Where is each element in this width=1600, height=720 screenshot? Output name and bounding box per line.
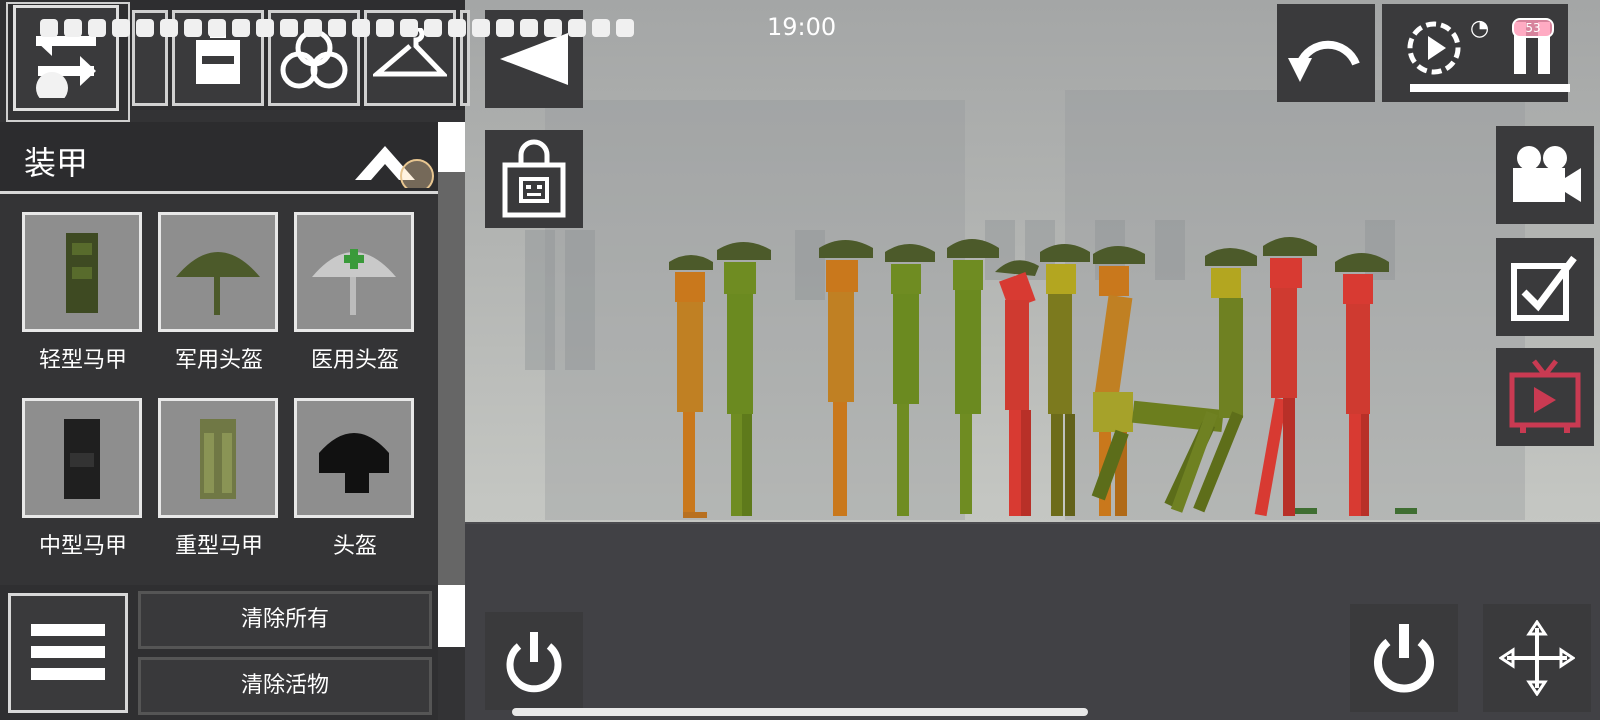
category-title: 装甲	[24, 144, 89, 182]
ragdoll-olive[interactable]	[1040, 244, 1090, 516]
menu-button[interactable]	[8, 593, 128, 713]
tab-partial[interactable]	[132, 10, 168, 106]
power-right-button[interactable]	[1350, 604, 1458, 712]
tab-biohazard[interactable]	[268, 10, 360, 106]
item-heavy-vest[interactable]: 重型马甲	[136, 384, 278, 562]
ragdoll-green[interactable]	[717, 242, 771, 516]
ragdoll-green[interactable]	[947, 239, 999, 514]
status-clock: 19:00	[767, 13, 837, 41]
ragdoll-red[interactable]	[1254, 237, 1317, 517]
item-light-vest[interactable]: 轻型马甲	[0, 198, 142, 376]
ragdoll-green[interactable]	[885, 244, 935, 516]
scroll-cap-bottom	[438, 585, 465, 647]
lock-button[interactable]	[485, 130, 583, 228]
select-toggle-button[interactable]	[1496, 238, 1594, 336]
ragdoll-red[interactable]	[1335, 253, 1389, 516]
item-medical-helmet[interactable]: 医用头盔	[272, 198, 414, 376]
grenade-icon	[196, 28, 240, 84]
battery-indicator: 53	[1512, 18, 1554, 38]
category-header: 装甲	[0, 122, 438, 194]
hamburger-icon	[31, 646, 105, 658]
power-left-button[interactable]	[485, 612, 583, 710]
power-icon	[506, 632, 562, 693]
video-camera-icon	[1513, 146, 1581, 202]
tv-button[interactable]	[1496, 348, 1594, 446]
move-button[interactable]	[1483, 604, 1591, 712]
helmet-icon	[294, 398, 414, 518]
ragdoll-red[interactable]	[995, 260, 1039, 516]
chevron-up-icon	[355, 146, 434, 193]
item-label: 头盔	[332, 534, 377, 559]
time-scale-bar	[1410, 84, 1570, 92]
tab-swap-icon[interactable]	[13, 5, 119, 111]
checkbox-icon	[1511, 255, 1577, 321]
scroll-cap-top	[438, 122, 465, 172]
slow-motion-icon[interactable]	[1404, 18, 1464, 78]
camera-button[interactable]	[1496, 126, 1594, 224]
hamburger-icon	[31, 624, 105, 636]
ragdoll-orange[interactable]	[669, 255, 713, 518]
clear-all-button[interactable]: 清除所有	[138, 591, 432, 649]
medium-vest-icon	[22, 398, 142, 518]
heavy-vest-icon	[158, 398, 278, 518]
bottom-controls: 清除所有 清除活物	[0, 585, 438, 720]
light-vest-icon	[22, 212, 142, 332]
toggle-panel-button[interactable]	[485, 10, 583, 108]
collapse-button[interactable]	[355, 132, 435, 193]
collapse-left-icon	[500, 33, 568, 85]
item-helmet[interactable]: 头盔	[272, 384, 414, 562]
tab-grenade[interactable]	[172, 10, 264, 106]
move-arrows-icon	[1499, 620, 1575, 696]
item-military-helmet[interactable]: 军用头盔	[136, 198, 278, 376]
tab-clothing[interactable]	[364, 10, 456, 106]
tv-icon	[1509, 359, 1581, 433]
scrollbar[interactable]	[438, 172, 465, 585]
undo-button[interactable]	[1277, 4, 1375, 102]
wifi-icon: ◔	[1470, 16, 1490, 41]
lock-icon	[502, 139, 566, 218]
undo-icon	[1288, 40, 1360, 82]
ragdoll-orange[interactable]	[819, 240, 873, 516]
hanger-icon	[373, 28, 447, 77]
biohazard-icon	[280, 29, 348, 89]
leaf-debris	[1395, 508, 1417, 514]
military-helmet-icon	[158, 212, 278, 332]
item-label: 医用头盔	[310, 348, 399, 373]
category-tabs	[0, 0, 470, 122]
leaf-debris	[1295, 508, 1317, 514]
item-medium-vest[interactable]: 中型马甲	[0, 384, 142, 562]
medical-helmet-icon	[294, 212, 414, 332]
home-indicator[interactable]	[512, 708, 1088, 716]
item-grid: 轻型马甲 军用头盔 医用头盔 中型马甲 重型马甲 头盔	[0, 198, 438, 588]
spawn-panel: 装甲 轻型马甲 军用头盔 医用头盔 中型马甲 重型马甲 头盔 清除所有 清除活物	[0, 0, 470, 720]
hamburger-icon	[31, 668, 105, 680]
swap-arrows-icon	[36, 26, 96, 98]
power-icon	[1374, 624, 1434, 693]
tab-partial-right[interactable]	[460, 10, 470, 106]
game-root: 装甲 轻型马甲 军用头盔 医用头盔 中型马甲 重型马甲 头盔 清除所有 清除活物…	[0, 0, 1600, 720]
clear-living-button[interactable]: 清除活物	[138, 657, 432, 715]
